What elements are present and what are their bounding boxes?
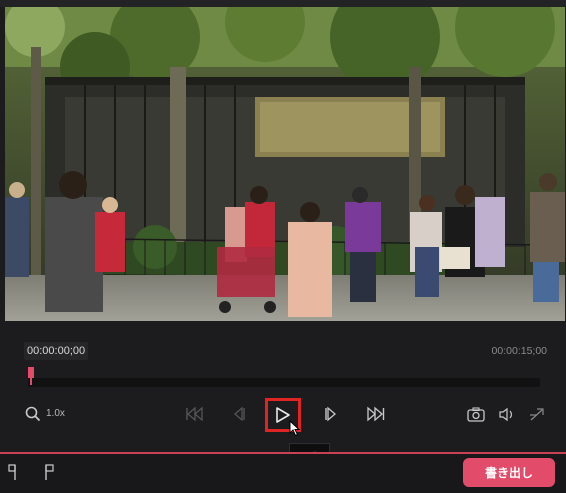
skip-to-end-button[interactable] (362, 395, 390, 433)
previous-frame-button[interactable] (225, 395, 253, 433)
previous-frame-icon (234, 406, 245, 422)
skip-to-start-icon (186, 406, 203, 422)
expand-icon (530, 407, 544, 420)
top-border (0, 0, 566, 7)
magnifier-icon (25, 406, 41, 422)
video-preview[interactable] (5, 7, 565, 321)
zoom-button[interactable] (19, 395, 47, 433)
mark-in-icon[interactable] (6, 462, 22, 482)
speaker-icon (499, 407, 513, 421)
next-frame-button[interactable] (317, 395, 345, 433)
camera-icon (467, 406, 485, 422)
zoom-level: 1.0x (46, 408, 65, 419)
timeline-scrubber[interactable] (28, 378, 540, 387)
skip-to-start-button[interactable] (180, 395, 208, 433)
mouse-cursor-icon (289, 420, 301, 437)
video-editor-preview: 00:00:00;00 00:00:15;00 1.0x 書き出し (0, 0, 566, 493)
volume-button[interactable] (493, 395, 521, 433)
next-frame-icon (325, 406, 336, 422)
export-button[interactable]: 書き出し (463, 458, 555, 487)
skip-to-end-icon (367, 406, 385, 422)
current-timecode: 00:00:00;00 (24, 342, 89, 360)
total-duration: 00:00:15;00 (491, 345, 547, 357)
video-frame-image (5, 7, 565, 321)
snapshot-button[interactable] (462, 395, 490, 433)
mark-out-icon[interactable] (41, 462, 57, 482)
fullscreen-button[interactable] (523, 395, 551, 433)
playhead-marker[interactable] (28, 367, 34, 385)
